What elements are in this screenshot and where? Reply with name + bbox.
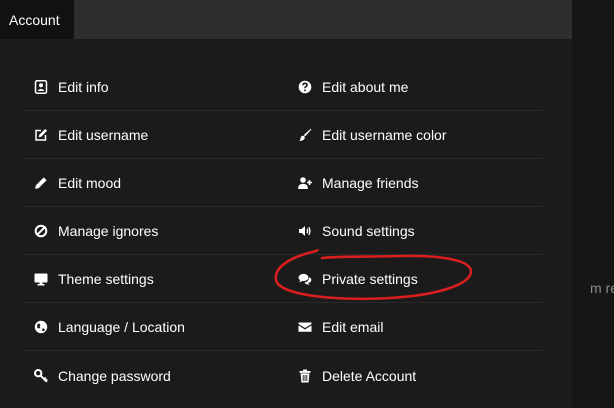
manage-ignores-label: Manage ignores [58,223,159,239]
manage-friends-item[interactable]: Manage friends [288,160,542,207]
volume-icon [297,223,313,239]
account-settings-panel: Account Edit info Edit username Edit moo… [0,0,572,408]
trash-icon [297,368,313,384]
private-settings-item[interactable]: Private settings [288,256,542,303]
private-settings-label: Private settings [322,271,418,287]
theme-settings-item[interactable]: Theme settings [24,256,288,303]
pencil-icon [33,175,49,191]
edit-mood-label: Edit mood [58,175,122,191]
delete-account-item[interactable]: Delete Account [288,352,542,399]
edit-username-item[interactable]: Edit username [24,112,288,159]
manage-friends-label: Manage friends [322,175,419,191]
edit-username-label: Edit username [58,127,149,143]
edit-info-item[interactable]: Edit info [24,64,288,111]
tab-account[interactable]: Account [0,0,74,39]
change-password-item[interactable]: Change password [24,352,288,399]
theme-settings-label: Theme settings [58,271,154,287]
edit-info-label: Edit info [58,79,109,95]
edit-email-label: Edit email [322,319,384,335]
edit-username-color-label: Edit username color [322,127,447,143]
globe-icon [33,319,49,335]
user-plus-icon [297,175,313,191]
chat-bubbles-icon [297,271,313,287]
edit-email-item[interactable]: Edit email [288,304,542,351]
background-page-text: m real, [590,280,614,296]
delete-account-label: Delete Account [322,367,417,384]
background-page [572,0,614,408]
tab-bar: Account [0,0,572,39]
language-location-item[interactable]: Language / Location [24,304,288,351]
paintbrush-icon [297,127,313,143]
sound-settings-label: Sound settings [322,223,415,239]
question-circle-icon [297,79,313,95]
change-password-label: Change password [58,367,171,384]
edit-about-me-label: Edit about me [322,79,409,95]
envelope-icon [297,319,313,335]
monitor-icon [33,271,49,287]
sound-settings-item[interactable]: Sound settings [288,208,542,255]
language-location-label: Language / Location [58,319,185,335]
edit-mood-item[interactable]: Edit mood [24,160,288,207]
edit-about-me-item[interactable]: Edit about me [288,64,542,111]
edit-username-color-item[interactable]: Edit username color [288,112,542,159]
manage-ignores-item[interactable]: Manage ignores [24,208,288,255]
contact-card-icon [33,79,49,95]
ban-icon [33,223,49,239]
key-icon [33,368,49,384]
edit-square-icon [33,127,49,143]
